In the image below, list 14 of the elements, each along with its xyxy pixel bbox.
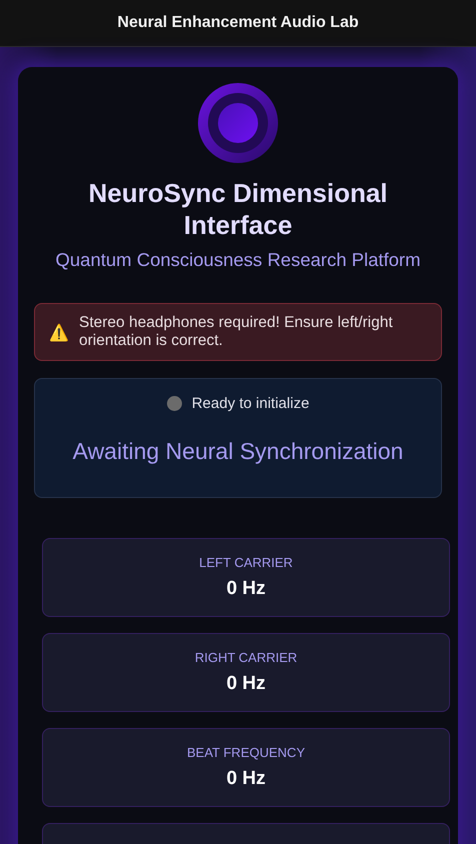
hero-title: NeuroSync Dimensional Interface: [87, 177, 389, 241]
status-message: Awaiting Neural Synchronization: [72, 438, 404, 465]
status-text: Ready to initialize: [192, 395, 310, 412]
hero-subtitle: Quantum Consciousness Research Platform: [55, 249, 421, 271]
stat-label: BEAT FREQUENCY: [187, 745, 305, 760]
stat-label: RIGHT CARRIER: [194, 650, 298, 665]
warning-icon: ⚠: [49, 322, 69, 342]
stat-label: LEFT CARRIER: [199, 555, 293, 570]
app-title: Neural Enhancement Audio Lab: [117, 14, 359, 32]
orb-logo-icon: [198, 83, 278, 163]
stat-value: 0 Hz: [226, 768, 266, 790]
stat-value: 0 Hz: [226, 673, 266, 695]
warning-text: Stereo headphones required! Ensure left/right orientation is correct.: [79, 314, 394, 350]
stat-value: 0 Hz: [226, 578, 266, 600]
